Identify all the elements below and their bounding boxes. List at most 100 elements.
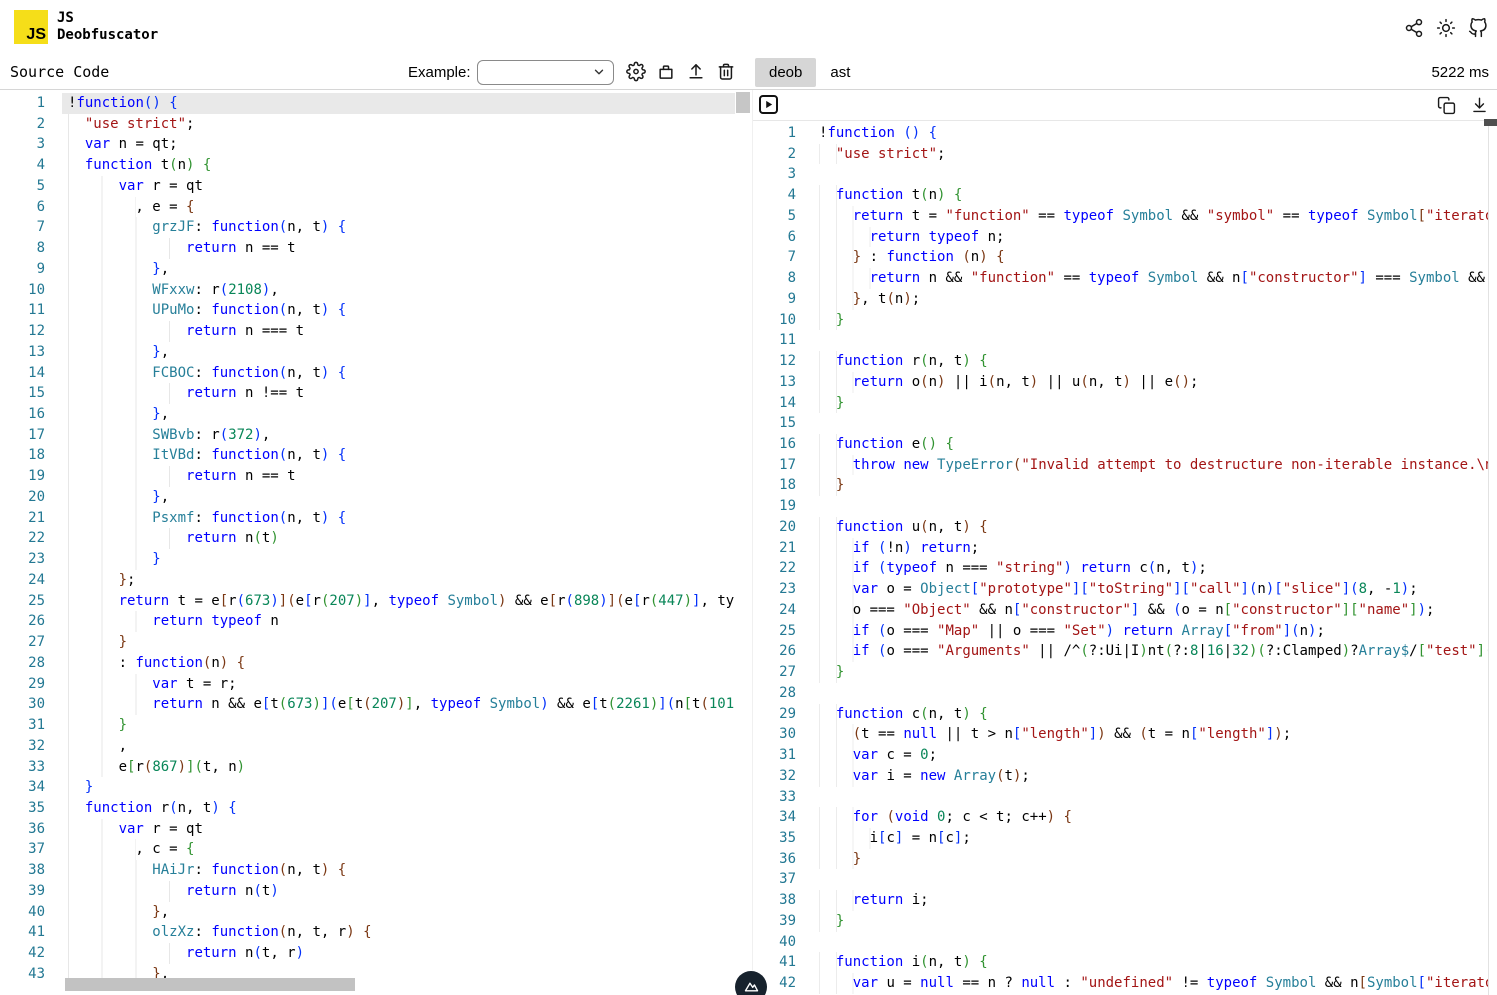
line-number: 12 xyxy=(0,321,45,342)
output-scrollbar-thumb[interactable] xyxy=(1484,119,1497,126)
line-number: 40 xyxy=(753,932,796,953)
line-number: 4 xyxy=(753,185,796,206)
line-number: 1 xyxy=(753,123,796,144)
app-title-line1: JS xyxy=(57,10,74,26)
line-number: 10 xyxy=(0,280,45,301)
header: JS JSDeobfuscator xyxy=(0,0,1497,56)
page: JS JSDeobfuscator Source Code Example: xyxy=(0,0,1497,995)
run-icon[interactable] xyxy=(759,95,778,114)
upload-icon[interactable] xyxy=(686,61,706,81)
output-editor: 1!function () {2 "use strict";34 functio… xyxy=(752,90,1497,995)
line-number: 8 xyxy=(753,268,796,289)
code-line: 32 var i = new Array(t); xyxy=(753,766,1489,787)
example-select[interactable] xyxy=(477,60,614,85)
code-line: 38 return i; xyxy=(753,890,1489,911)
line-number: 19 xyxy=(0,466,45,487)
floating-badge[interactable] xyxy=(735,971,767,995)
line-number: 40 xyxy=(0,902,45,923)
mountain-icon xyxy=(740,976,762,995)
code-line: 30 (t == null || t > n["length"]) && (t … xyxy=(753,724,1489,745)
github-icon[interactable] xyxy=(1468,18,1488,38)
toolbar: Source Code Example: deob ast 5222 ms xyxy=(0,56,1497,90)
code-line: 39 } xyxy=(753,911,1489,932)
line-number: 35 xyxy=(0,798,45,819)
code-line: 27 } xyxy=(0,632,735,653)
share-icon[interactable] xyxy=(1404,18,1424,38)
tab-ast[interactable]: ast xyxy=(816,58,864,87)
source-code-lines: 1!function() {2 "use strict";3 var n = q… xyxy=(0,93,735,995)
theme-sun-icon[interactable] xyxy=(1436,18,1456,38)
view-tabs: deob ast xyxy=(755,58,864,87)
line-number: 23 xyxy=(0,549,45,570)
line-number: 30 xyxy=(753,724,796,745)
line-number: 15 xyxy=(753,413,796,434)
code-line: 34 for (void 0; c < t; c++) { xyxy=(753,807,1489,828)
line-number: 9 xyxy=(753,289,796,310)
output-code-lines: 1!function () {2 "use strict";34 functio… xyxy=(753,123,1489,995)
line-number: 27 xyxy=(753,662,796,683)
code-line: 18 } xyxy=(753,475,1489,496)
output-toolbar xyxy=(753,90,1497,121)
code-line: 36 var r = qt xyxy=(0,819,735,840)
line-number: 27 xyxy=(0,632,45,653)
line-number: 37 xyxy=(753,869,796,890)
line-number: 22 xyxy=(753,558,796,579)
code-line: 29 function c(n, t) { xyxy=(753,704,1489,725)
code-line: 6 return typeof n; xyxy=(753,227,1489,248)
js-logo-text: JS xyxy=(26,27,46,43)
line-number: 24 xyxy=(0,570,45,591)
code-line: 15 return n !== t xyxy=(0,383,735,404)
example-label: Example: xyxy=(408,64,471,81)
code-line: 18 ItVBd: function(n, t) { xyxy=(0,445,735,466)
code-line: 4 function t(n) { xyxy=(0,155,735,176)
line-number: 28 xyxy=(0,653,45,674)
line-number: 17 xyxy=(0,425,45,446)
code-line: 25 return t = e[r(673)](e[r(207)], typeo… xyxy=(0,591,735,612)
code-line: 38 HAiJr: function(n, t) { xyxy=(0,860,735,881)
code-line: 41 olzXz: function(n, t, r) { xyxy=(0,922,735,943)
code-line: 33 e[r(867)](t, n) xyxy=(0,757,735,778)
line-number: 36 xyxy=(753,849,796,870)
tab-deob[interactable]: deob xyxy=(755,58,816,87)
line-number: 37 xyxy=(0,839,45,860)
line-number: 19 xyxy=(753,496,796,517)
line-number: 16 xyxy=(0,404,45,425)
code-line: 12 function r(n, t) { xyxy=(753,351,1489,372)
code-line: 31 var c = 0; xyxy=(753,745,1489,766)
output-scrollbar-track[interactable] xyxy=(1488,121,1489,995)
code-line: 27 } xyxy=(753,662,1489,683)
code-line: 3 var n = qt; xyxy=(0,134,735,155)
line-number: 6 xyxy=(0,197,45,218)
download-icon[interactable] xyxy=(1469,95,1489,115)
line-number: 42 xyxy=(0,943,45,964)
line-number: 16 xyxy=(753,434,796,455)
source-horizontal-scrollbar-thumb[interactable] xyxy=(65,978,355,991)
delete-icon[interactable] xyxy=(716,61,736,81)
code-line: 14 FCBOC: function(n, t) { xyxy=(0,363,735,384)
line-number: 29 xyxy=(0,674,45,695)
line-number: 13 xyxy=(0,342,45,363)
line-number: 15 xyxy=(0,383,45,404)
line-number: 20 xyxy=(0,487,45,508)
clean-icon[interactable] xyxy=(656,61,676,81)
code-line: 8 return n && "function" == typeof Symbo… xyxy=(753,268,1489,289)
code-line: 28 : function(n) { xyxy=(0,653,735,674)
line-number: 2 xyxy=(0,114,45,135)
code-line: 33 xyxy=(753,787,1489,808)
timing-label: 5222 ms xyxy=(1431,64,1489,81)
line-number: 2 xyxy=(753,144,796,165)
code-line: 17 SWBvb: r(372), xyxy=(0,425,735,446)
code-line: 35 i[c] = n[c]; xyxy=(753,828,1489,849)
source-vertical-scrollbar-thumb[interactable] xyxy=(736,92,750,113)
code-line: 11 xyxy=(753,330,1489,351)
code-line: 14 } xyxy=(753,393,1489,414)
line-number: 26 xyxy=(753,641,796,662)
settings-icon[interactable] xyxy=(626,61,646,81)
line-number: 18 xyxy=(753,475,796,496)
code-line: 4 function t(n) { xyxy=(753,185,1489,206)
line-number: 31 xyxy=(0,715,45,736)
source-editor[interactable]: 1!function() {2 "use strict";3 var n = q… xyxy=(0,90,751,995)
line-number: 32 xyxy=(0,736,45,757)
line-number: 13 xyxy=(753,372,796,393)
copy-icon[interactable] xyxy=(1436,95,1456,115)
